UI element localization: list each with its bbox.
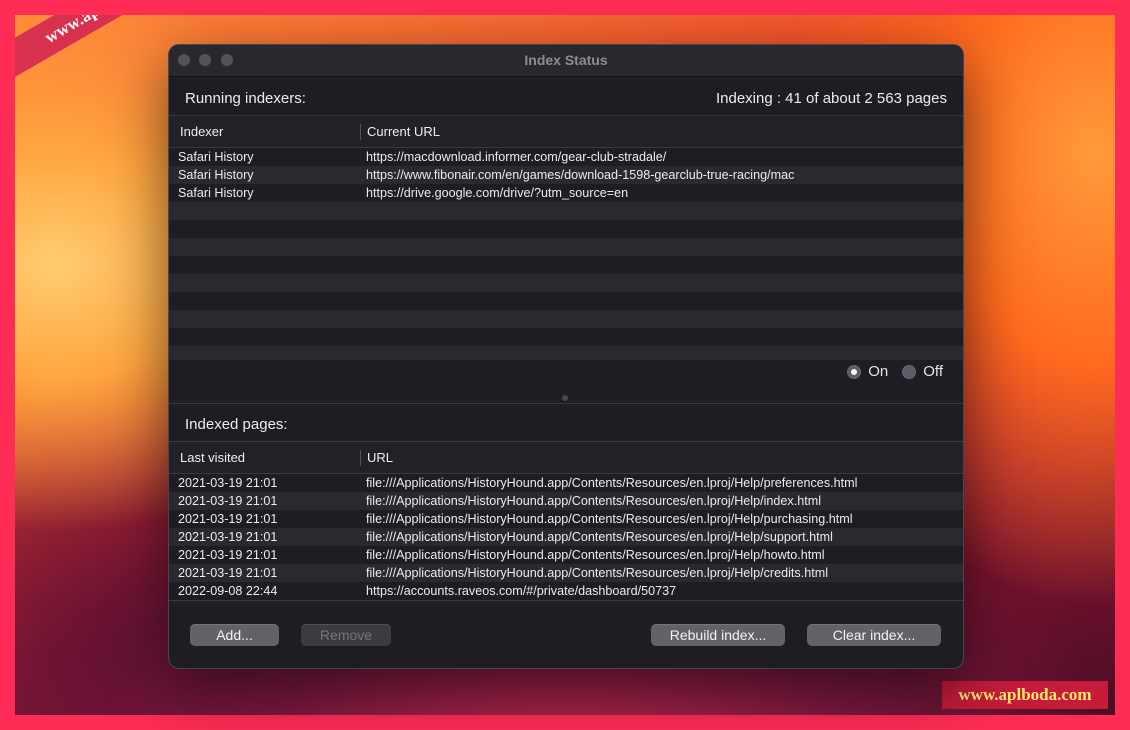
indexed-pages-label: Indexed pages: xyxy=(185,415,288,433)
remove-button[interactable]: Remove xyxy=(301,624,391,646)
table-row[interactable]: 2021-03-19 21:01 file:///Applications/His… xyxy=(169,564,963,582)
table-row[interactable]: 2021-03-19 21:01 file:///Applications/His… xyxy=(169,474,963,492)
table-cell: https://drive.google.com/drive/?utm_sour… xyxy=(366,186,629,200)
table-cell: 2021-03-19 21:01 xyxy=(178,476,278,490)
window-title: Index Status xyxy=(524,52,608,68)
indexing-toggle: On Off xyxy=(847,363,943,380)
split-divider xyxy=(169,403,963,404)
indexed-pages-rows: 2021-03-19 21:01 file:///Applications/His… xyxy=(169,474,963,601)
table-row[interactable]: 2021-03-19 21:01 file:///Applications/His… xyxy=(169,528,963,546)
table-cell: Safari History xyxy=(178,186,254,200)
table-cell: 2021-03-19 21:01 xyxy=(178,530,278,544)
radio-on-label: On xyxy=(868,363,889,380)
running-indexers-rows: Safari History https://macdownload.inform… xyxy=(169,148,963,360)
table-cell: https://accounts.raveos.com/#/private/da… xyxy=(366,584,677,598)
table-cell: file:///Applications/HistoryHound.app/Co… xyxy=(366,566,828,580)
clear-index-button[interactable]: Clear index... xyxy=(807,624,941,646)
radio-off-indicator xyxy=(902,364,917,379)
table-cell: 2022-09-08 22:44 xyxy=(178,584,278,598)
watermark-bottom: www.aplboda.com xyxy=(942,681,1108,709)
title-bar: Index Status xyxy=(169,45,963,77)
rebuild-index-button[interactable]: Rebuild index... xyxy=(651,624,785,646)
table-cell: 2021-03-19 21:01 xyxy=(178,566,278,580)
column-header-last-visited[interactable]: Last visited xyxy=(169,442,361,473)
running-indexers-label: Running indexers: xyxy=(185,89,306,107)
table-cell: 2021-03-19 21:01 xyxy=(178,548,278,562)
table-row[interactable]: Safari History https://macdownload.inform… xyxy=(169,148,963,166)
running-indexers-table: Indexer Current URL Safari History https:… xyxy=(169,115,963,360)
table-cell: file:///Applications/HistoryHound.app/Co… xyxy=(366,548,825,562)
indexed-pages-table: Last visited URL 2021-03-19 21:01 file://… xyxy=(169,441,963,601)
radio-off[interactable]: Off xyxy=(902,363,943,380)
running-indexers-header: Running indexers: Indexing : 41 of about… xyxy=(169,80,963,116)
table-cell: file:///Applications/HistoryHound.app/Co… xyxy=(366,530,833,544)
table-cell: file:///Applications/HistoryHound.app/Co… xyxy=(366,476,858,490)
table-row[interactable]: 2021-03-19 21:01 file:///Applications/His… xyxy=(169,510,963,528)
table-row[interactable]: 2021-03-19 21:01 file:///Applications/His… xyxy=(169,546,963,564)
table-cell: 2021-03-19 21:01 xyxy=(178,494,278,508)
radio-on-indicator xyxy=(847,364,862,379)
indexed-pages-header: Indexed pages: xyxy=(169,406,963,442)
table-row[interactable]: 2022-09-08 22:44 https://accounts.raveos.… xyxy=(169,582,963,600)
table-row[interactable]: Safari History https://drive.google.com/d… xyxy=(169,184,963,202)
column-header-url[interactable]: URL xyxy=(361,450,393,465)
table-cell: https://macdownload.informer.com/gear-cl… xyxy=(366,150,667,164)
table-cell: file:///Applications/HistoryHound.app/Co… xyxy=(366,494,822,508)
radio-off-label: Off xyxy=(923,363,943,380)
table-cell: Safari History xyxy=(178,168,254,182)
column-header-current-url[interactable]: Current URL xyxy=(361,124,440,139)
table-cell: https://www.fibonair.com/en/games/downlo… xyxy=(366,168,795,182)
split-view-grip[interactable] xyxy=(562,395,568,401)
table-header: Indexer Current URL xyxy=(169,115,963,148)
table-cell: file:///Applications/HistoryHound.app/Co… xyxy=(366,512,853,526)
indexing-status: Indexing : 41 of about 2 563 pages xyxy=(715,89,947,107)
index-status-window: Index Status Running indexers: Indexing … xyxy=(168,44,964,669)
add-button[interactable]: Add... xyxy=(190,624,279,646)
table-row[interactable]: Safari History https://www.fibonair.com/e… xyxy=(169,166,963,184)
table-cell: 2021-03-19 21:01 xyxy=(178,512,278,526)
table-row[interactable]: 2021-03-19 21:01 file:///Applications/His… xyxy=(169,492,963,510)
table-header: Last visited URL xyxy=(169,441,963,474)
radio-on[interactable]: On xyxy=(847,363,888,380)
column-header-indexer[interactable]: Indexer xyxy=(169,116,361,147)
table-cell: Safari History xyxy=(178,150,254,164)
